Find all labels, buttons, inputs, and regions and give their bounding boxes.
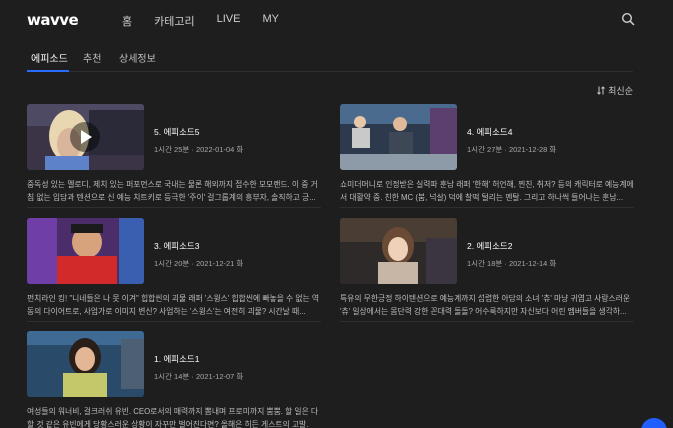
floating-action-button[interactable] <box>641 418 667 428</box>
nav-item-home[interactable]: 홈 <box>122 13 132 29</box>
episode-runtime-date: 1시간 20분 · 2021-12-21 화 <box>154 259 244 268</box>
search-icon[interactable] <box>621 12 635 26</box>
episode-description: 특유의 무한긍정 하이텐션으로 예능계까지 섭렵한 아담의 소녀 '츄' 마냥 … <box>340 294 631 316</box>
episode-runtime-date: 1시간 14분 · 2021-12-07 화 <box>154 372 244 381</box>
divider <box>27 207 321 208</box>
divider <box>340 321 634 322</box>
nav-item-live[interactable]: LIVE <box>217 13 241 29</box>
episode-thumbnail[interactable] <box>340 104 457 170</box>
divider <box>340 207 634 208</box>
episode-title[interactable]: 4. 에피소드4 <box>467 126 556 138</box>
episode-thumbnail[interactable] <box>27 331 144 397</box>
top-navigation-bar: wavve 홈 카테고리 LIVE MY <box>0 0 673 38</box>
episode-description: 쇼미더머니로 인정받은 실력파 훈남 래퍼 '한해' 허언해, 찐친, 취저? … <box>340 180 634 202</box>
episode-thumbnail[interactable] <box>27 104 144 170</box>
episode-description: 여성들의 워너비, 걸크러쉬 유빈. CEO로서의 매력까지 뽐내며 프로미까지… <box>27 407 319 428</box>
episode-thumbnail[interactable] <box>340 218 457 284</box>
episode-title[interactable]: 1. 에피소드1 <box>154 353 243 365</box>
nav-item-category[interactable]: 카테고리 <box>154 13 194 29</box>
sort-button[interactable]: 최신순 <box>597 84 633 97</box>
episode-title[interactable]: 5. 에피소드5 <box>154 126 243 138</box>
wavve-logo[interactable]: wavve <box>27 11 79 29</box>
episode-title[interactable]: 2. 에피소드2 <box>467 240 556 252</box>
nav-item-my[interactable]: MY <box>262 13 279 29</box>
episode-thumbnail[interactable] <box>27 218 144 284</box>
sort-icon <box>597 86 606 95</box>
divider <box>27 321 321 322</box>
tab-episodes[interactable]: 에피소드 <box>31 50 68 65</box>
main-nav: 홈 카테고리 LIVE MY <box>122 13 301 29</box>
content-tabs: 에피소드 추천 상세정보 <box>27 44 633 72</box>
episode-description: 펀치라인 킹! "니네들은 나 못 이겨" 힙합씬의 괴물 래퍼 '스윙스' 힙… <box>27 294 320 316</box>
episode-description: 중독성 있는 멜로디, 제치 있는 퍼포먼스로 국내는 물론 해외까지 접수한 … <box>27 180 318 202</box>
episode-runtime-date: 1시간 27분 · 2021-12-28 화 <box>467 145 557 154</box>
tab-recommended[interactable]: 추천 <box>83 50 101 65</box>
tab-details[interactable]: 상세정보 <box>119 50 156 65</box>
episode-title[interactable]: 3. 에피소드3 <box>154 240 243 252</box>
episode-runtime-date: 1시간 25분 · 2022-01-04 화 <box>154 145 244 154</box>
sort-label: 최신순 <box>608 86 633 96</box>
active-tab-indicator <box>27 70 69 72</box>
episode-runtime-date: 1시간 18분 · 2021-12-14 화 <box>467 259 557 268</box>
